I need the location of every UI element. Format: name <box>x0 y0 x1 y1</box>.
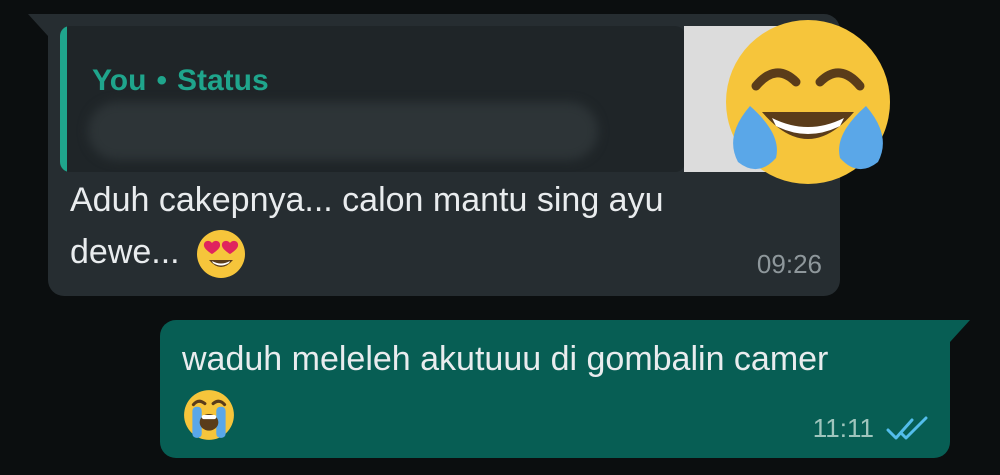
incoming-timestamp: 09:26 <box>756 249 822 279</box>
loudly-crying-emoji-icon <box>184 390 234 440</box>
incoming-message-bubble[interactable]: You • Status Aduh cakepnya... calon mant… <box>28 14 890 296</box>
outgoing-message-bubble[interactable]: waduh meleleh akutuuu di gombalin camer … <box>160 320 970 458</box>
double-check-icon <box>886 416 928 439</box>
outgoing-meta: 11:11 <box>813 413 930 444</box>
quote-type: Status <box>176 64 269 97</box>
blurred-status-text <box>88 102 598 160</box>
heart-eyes-emoji-icon <box>197 230 246 279</box>
incoming-message-text: Aduh cakepnya... calon mantu sing ayu de… <box>70 174 760 280</box>
quote-accent-bar <box>60 26 67 172</box>
quote-header: You • Status <box>92 64 269 98</box>
incoming-text-line-1: Aduh cakepnya... calon mantu sing ayu <box>70 181 664 219</box>
incoming-text-line-2-wrap: dewe... <box>70 226 760 280</box>
outgoing-text-line-1: waduh meleleh akutuuu di gombalin camer <box>182 340 829 378</box>
incoming-text-line-2: dewe... <box>70 233 180 271</box>
quoted-status-reply[interactable]: You • Status <box>60 26 685 172</box>
quote-separator: • <box>156 64 167 97</box>
quote-sender: You <box>92 64 147 97</box>
tears-of-joy-emoji-icon <box>726 20 890 184</box>
outgoing-timestamp: 11:11 <box>812 413 874 443</box>
